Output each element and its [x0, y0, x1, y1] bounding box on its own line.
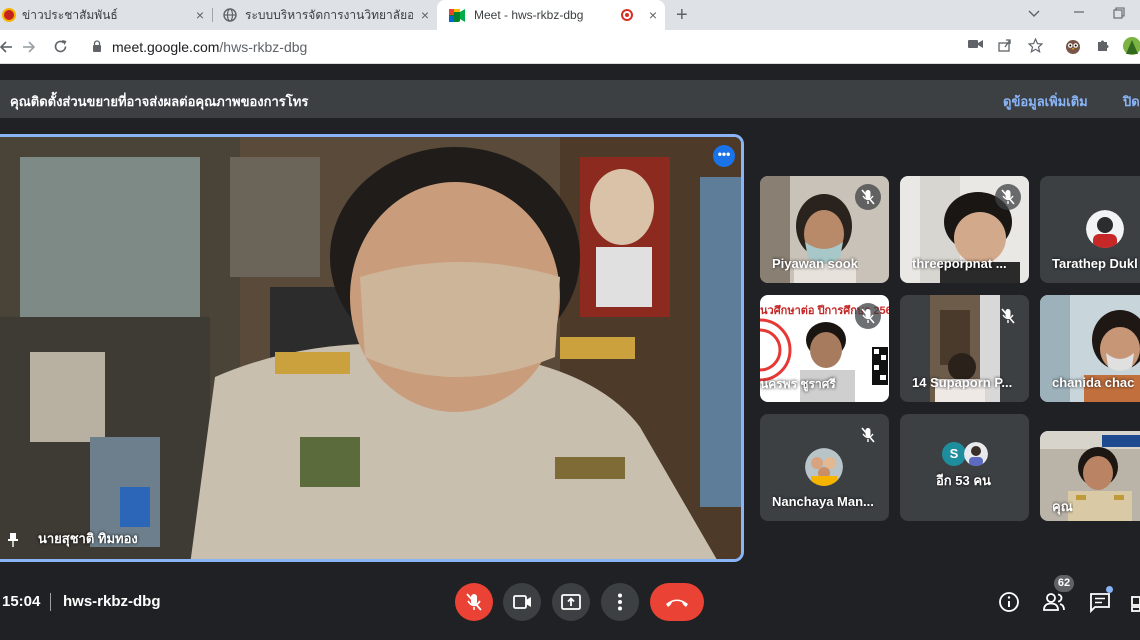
- self-view-tile[interactable]: คุณ: [1040, 431, 1140, 521]
- forward-icon[interactable]: [23, 40, 37, 54]
- participant-name: Piyawan sook: [772, 256, 858, 271]
- tab-meet[interactable]: Meet - hws-rkbz-dbg ×: [437, 0, 665, 30]
- mic-muted-icon: [1001, 308, 1015, 324]
- participant-tile[interactable]: Nanchaya Man...: [760, 414, 889, 521]
- participant-tile[interactable]: Piyawan sook: [760, 176, 889, 283]
- participant-name: chanida chac: [1052, 375, 1135, 390]
- mic-off-icon: [466, 593, 482, 611]
- participant-avatar: [964, 442, 988, 466]
- more-vert-icon: [618, 593, 622, 611]
- dismiss-banner-button[interactable]: ปิด: [1123, 91, 1140, 112]
- omnibox[interactable]: meet.google.com/hws-rkbz-dbg: [80, 34, 1080, 60]
- participant-tile[interactable]: chanida chac: [1040, 295, 1140, 402]
- meet-app: คุณติดตั้งส่วนขยายที่อาจส่งผลต่อคุณภาพขอ…: [0, 65, 1140, 640]
- extension-warning-banner: คุณติดตั้งส่วนขยายที่อาจส่งผลต่อคุณภาพขอ…: [0, 80, 1140, 118]
- participant-avatar: [1086, 210, 1124, 248]
- tab-title: Meet - hws-rkbz-dbg: [474, 8, 584, 22]
- toggle-camera-button[interactable]: [503, 583, 541, 621]
- meeting-code: hws-rkbz-dbg: [63, 593, 161, 610]
- reload-icon[interactable]: [53, 39, 68, 54]
- extensions-puzzle-icon[interactable]: [1096, 38, 1111, 53]
- banner-message: คุณติดตั้งส่วนขยายที่อาจส่งผลต่อคุณภาพขอ…: [10, 94, 309, 109]
- hang-up-icon: [666, 599, 688, 607]
- toggle-microphone-button[interactable]: [455, 583, 493, 621]
- profile-avatar-icon[interactable]: [1122, 36, 1140, 56]
- owl-extension-icon[interactable]: [1064, 37, 1082, 55]
- url-text[interactable]: meet.google.com/hws-rkbz-dbg: [112, 39, 307, 55]
- leave-call-button[interactable]: [650, 583, 704, 621]
- learn-more-link[interactable]: ดูข้อมูลเพิ่มเติม: [1003, 91, 1088, 112]
- tab-college-system[interactable]: ระบบบริหารจัดการงานวิทยาลัยอาชีวศึกษา ×: [213, 0, 437, 30]
- tab-search-chevron-icon[interactable]: [1028, 10, 1040, 18]
- site-favicon-icon: [2, 8, 16, 22]
- shared-screen-name: นครพร ชูราศรี: [760, 377, 836, 391]
- people-icon[interactable]: [1041, 589, 1067, 615]
- more-options-button[interactable]: [601, 583, 639, 621]
- bottom-divider: [50, 593, 51, 611]
- new-tab-button[interactable]: +: [676, 4, 688, 27]
- tile-more-options-button[interactable]: •••: [713, 145, 735, 167]
- camera-icon[interactable]: [968, 38, 984, 50]
- main-speaker-tile[interactable]: ••• นายสุชาติ ทิมทอง: [0, 134, 744, 562]
- participant-name: threeporpnat ...: [912, 256, 1007, 271]
- speaker-video-feed: [0, 137, 741, 559]
- browser-tab-bar: ข่าวประชาสัมพันธ์ × ระบบบริหารจัดการงานว…: [0, 0, 1140, 30]
- browser-address-bar: meet.google.com/hws-rkbz-dbg: [0, 30, 1140, 64]
- share-icon[interactable]: [998, 38, 1012, 52]
- participant-name: คุณ: [1052, 499, 1073, 514]
- tab-title: ระบบบริหารจัดการงานวิทยาลัยอาชีวศึกษา: [245, 7, 413, 22]
- lock-icon[interactable]: [92, 40, 102, 52]
- restore-window-icon[interactable]: [1113, 7, 1125, 19]
- participant-name: Nanchaya Man...: [772, 494, 874, 509]
- recording-indicator-icon: [621, 9, 633, 21]
- main-speaker-name: นายสุชาติ ทิมทอง: [38, 531, 138, 546]
- participant-tile[interactable]: Tarathep Dukl: [1040, 176, 1140, 283]
- tab-news[interactable]: ข่าวประชาสัมพันธ์ ×: [0, 0, 212, 30]
- participant-tile[interactable]: 14 Supaporn P...: [900, 295, 1029, 402]
- google-meet-icon: [449, 8, 465, 22]
- participant-name: Tarathep Dukl: [1052, 256, 1138, 271]
- mic-muted-icon: [855, 184, 881, 210]
- pin-icon[interactable]: [8, 533, 18, 547]
- back-icon[interactable]: [0, 40, 12, 54]
- participant-avatar: [805, 448, 843, 486]
- chat-unread-indicator: [1106, 586, 1113, 593]
- participant-tile[interactable]: นวศึกษาต่อ ปีการศึกษา 2565 นครพร ชูราศรี: [760, 295, 889, 402]
- mic-muted-icon: [995, 184, 1021, 210]
- mic-muted-icon: [855, 303, 881, 329]
- close-tab-icon[interactable]: ×: [196, 7, 204, 23]
- participant-name: 14 Supaporn P...: [912, 375, 1013, 390]
- others-count-tile[interactable]: S อีก 53 คน: [900, 414, 1029, 521]
- present-screen-icon: [561, 594, 581, 610]
- tab-title: ข่าวประชาสัมพันธ์: [22, 7, 118, 22]
- participant-count-badge: 62: [1054, 575, 1074, 592]
- minimize-window-icon[interactable]: [1073, 10, 1085, 14]
- present-now-button[interactable]: [552, 583, 590, 621]
- close-tab-icon[interactable]: ×: [649, 7, 657, 23]
- participant-avatar-letter: S: [942, 442, 966, 466]
- globe-icon: [223, 8, 237, 22]
- meeting-clock: 15:04: [2, 593, 41, 610]
- activities-icon[interactable]: [1130, 589, 1140, 615]
- star-icon[interactable]: [1028, 38, 1043, 53]
- participant-tile[interactable]: threeporpnat ...: [900, 176, 1029, 283]
- camera-icon: [513, 595, 531, 609]
- others-count-label: อีก 53 คน: [936, 473, 991, 488]
- close-tab-icon[interactable]: ×: [421, 7, 429, 23]
- url-host: meet.google.com: [112, 39, 220, 55]
- meeting-details-info-icon[interactable]: [996, 589, 1022, 615]
- url-path: /hws-rkbz-dbg: [219, 39, 308, 55]
- mic-muted-icon: [861, 427, 875, 443]
